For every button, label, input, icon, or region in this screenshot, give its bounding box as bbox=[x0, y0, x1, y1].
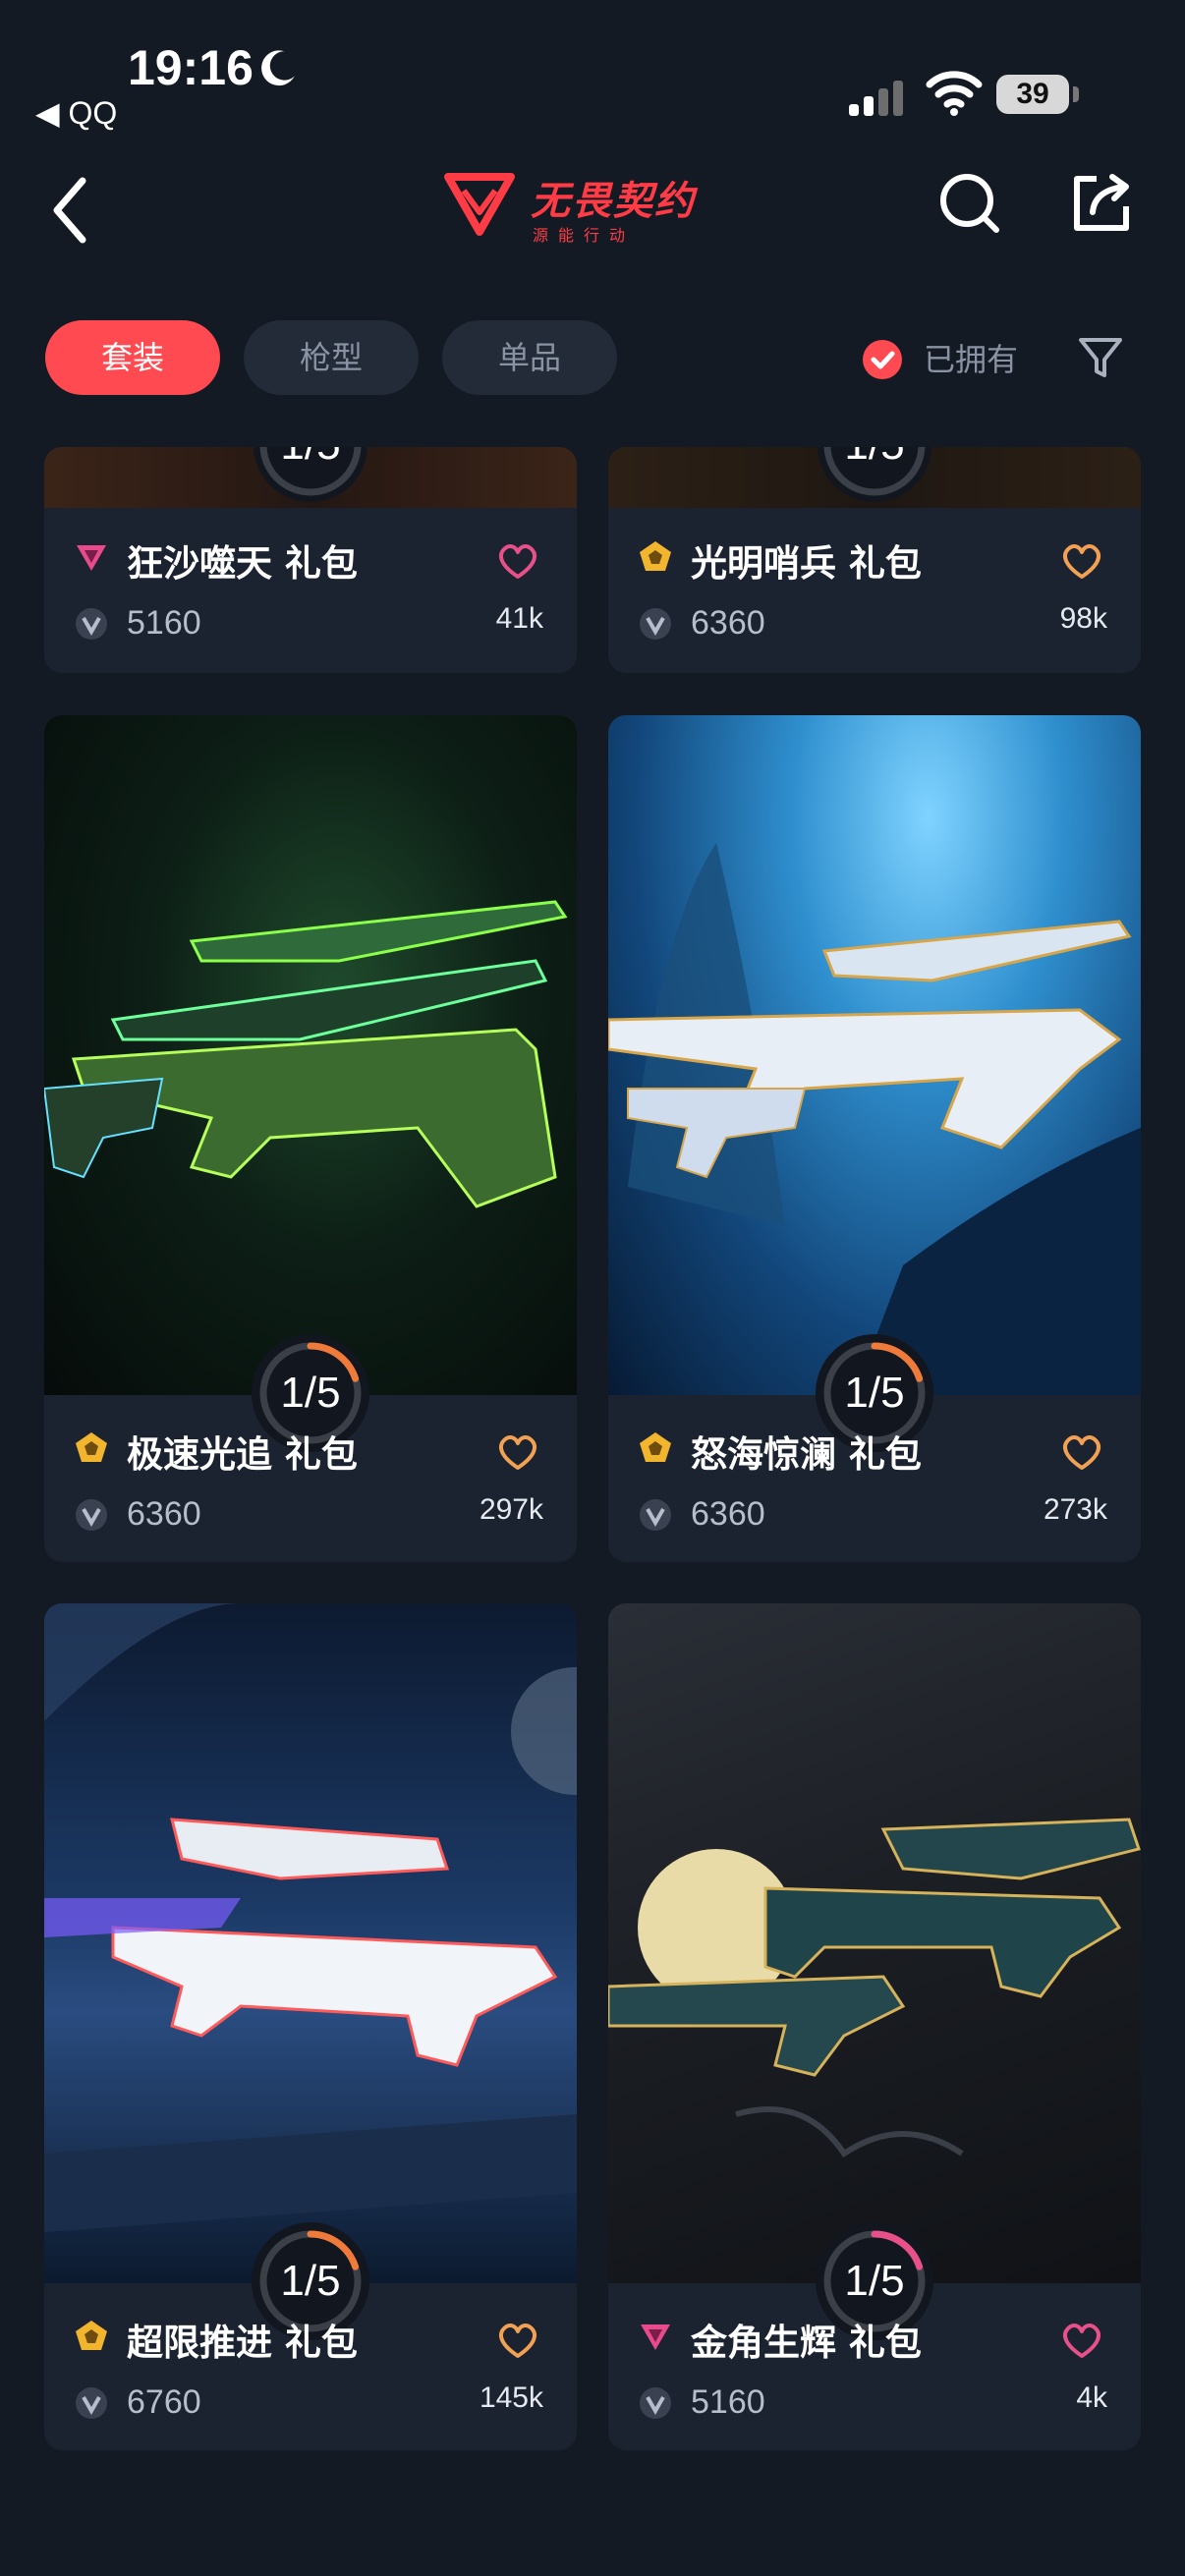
like-count: 145k bbox=[479, 2381, 543, 2414]
tab-weapon-type[interactable]: 枪型 bbox=[244, 320, 419, 395]
search-icon[interactable] bbox=[933, 167, 1004, 238]
owned-label: 已拥有 bbox=[924, 341, 1019, 378]
weapon-artwork bbox=[608, 843, 1141, 1395]
weapon-artwork bbox=[44, 900, 568, 1208]
chevron-left-icon[interactable] bbox=[43, 171, 102, 250]
status-bar: 19:16 ◀ QQ 39 bbox=[0, 0, 1185, 147]
valorant-points-icon bbox=[640, 608, 671, 640]
bundle-name: 超限推进 礼包 bbox=[127, 2322, 358, 2364]
valorant-logo-icon bbox=[444, 173, 515, 236]
brand-logo: 无畏契约 源能行动 bbox=[442, 163, 743, 248]
bundle-card[interactable]: 1/5 狂沙噬天 礼包 5160 41k bbox=[44, 447, 577, 673]
filter-bar: 套装 枪型 单品 已拥有 bbox=[0, 314, 1185, 403]
moon-icon bbox=[261, 50, 295, 86]
tier-pentagon-icon bbox=[640, 1432, 671, 1462]
heart-icon[interactable] bbox=[496, 1432, 539, 1472]
checkmark-icon bbox=[863, 340, 902, 379]
bundle-image bbox=[44, 715, 577, 1395]
weapon-artwork bbox=[44, 1603, 577, 2232]
bundle-card[interactable]: 1/5 超限推进 礼包 6760 145k bbox=[44, 1603, 577, 2450]
bundle-price: 6360 bbox=[691, 1495, 765, 1533]
like-count: 98k bbox=[1059, 602, 1107, 635]
bundle-price: 6360 bbox=[691, 604, 765, 642]
heart-icon[interactable] bbox=[1060, 2321, 1103, 2360]
status-time: 19:16 bbox=[128, 40, 254, 95]
bundle-price: 5160 bbox=[691, 2383, 765, 2421]
bundle-name: 光明哨兵 礼包 bbox=[691, 542, 922, 585]
bundle-price: 6360 bbox=[127, 1495, 201, 1533]
progress-text: 1/5 bbox=[812, 447, 937, 508]
bundle-name: 极速光追 礼包 bbox=[127, 1433, 358, 1476]
tier-pentagon-icon bbox=[76, 1432, 107, 1462]
like-count: 297k bbox=[479, 1493, 543, 1526]
valorant-points-icon bbox=[640, 1499, 671, 1531]
wifi-icon bbox=[926, 71, 983, 116]
like-count: 4k bbox=[1076, 2381, 1107, 2414]
tier-diamond-icon bbox=[641, 2324, 670, 2350]
funnel-icon[interactable] bbox=[1073, 330, 1128, 385]
heart-icon[interactable] bbox=[1060, 1432, 1103, 1472]
bundle-card[interactable]: 1/5 怒海惊澜 礼包 6360 273k bbox=[608, 715, 1141, 1562]
battery-indicator: 39 bbox=[996, 75, 1079, 114]
tier-diamond-icon bbox=[77, 545, 106, 571]
bundle-image bbox=[608, 1603, 1141, 2283]
bundle-name: 怒海惊澜 礼包 bbox=[691, 1433, 922, 1476]
weapon-artwork bbox=[608, 1818, 1141, 2158]
brand-title: 无畏契约 bbox=[531, 179, 696, 224]
tab-single-item[interactable]: 单品 bbox=[442, 320, 617, 395]
like-count: 273k bbox=[1043, 1493, 1107, 1526]
battery-level: 39 bbox=[1016, 78, 1049, 110]
bundle-grid: 1/5 狂沙噬天 礼包 5160 41k 1/5 光明哨兵 礼包 bbox=[0, 447, 1185, 2576]
heart-icon[interactable] bbox=[496, 2321, 539, 2360]
like-count: 41k bbox=[495, 602, 543, 635]
bundle-price: 5160 bbox=[127, 604, 201, 642]
valorant-points-icon bbox=[76, 2387, 107, 2419]
bundle-card[interactable]: 1/5 光明哨兵 礼包 6360 98k bbox=[608, 447, 1141, 673]
heart-icon[interactable] bbox=[496, 541, 539, 581]
bundle-card[interactable]: 1/5 极速光追 礼包 6360 297k bbox=[44, 715, 577, 1562]
valorant-points-icon bbox=[76, 608, 107, 640]
cellular-signal-icon bbox=[849, 81, 903, 116]
back-to-app-link[interactable]: ◀ QQ bbox=[35, 94, 117, 132]
valorant-points-icon bbox=[76, 1499, 107, 1531]
brand-subtitle: 源能行动 bbox=[533, 226, 636, 245]
heart-icon[interactable] bbox=[1060, 541, 1103, 581]
bundle-image bbox=[608, 715, 1141, 1395]
bundle-image bbox=[44, 1603, 577, 2283]
bundle-price: 6760 bbox=[127, 2383, 201, 2421]
tier-pentagon-icon bbox=[76, 2321, 107, 2350]
tier-pentagon-icon bbox=[640, 541, 671, 571]
bundle-card[interactable]: 1/5 金角生辉 礼包 5160 4k bbox=[608, 1603, 1141, 2450]
progress-text: 1/5 bbox=[248, 447, 373, 508]
bundle-name: 金角生辉 礼包 bbox=[691, 2322, 922, 2364]
share-icon[interactable] bbox=[1065, 167, 1136, 238]
bundle-name: 狂沙噬天 礼包 bbox=[127, 542, 358, 585]
valorant-points-icon bbox=[640, 2387, 671, 2419]
tab-bundle[interactable]: 套装 bbox=[45, 320, 220, 395]
top-navigation: 无畏契约 源能行动 bbox=[0, 147, 1185, 265]
